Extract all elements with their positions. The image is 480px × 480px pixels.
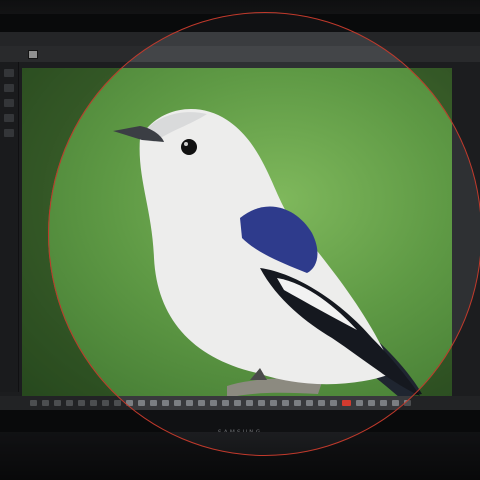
toolbar-icon[interactable]: [306, 400, 313, 406]
toolbar-icon[interactable]: [42, 400, 49, 406]
toolbar-icon[interactable]: [162, 400, 169, 406]
selection-tool-icon[interactable]: [4, 84, 14, 92]
toolbar-icon[interactable]: [102, 400, 109, 406]
toolbar-icon[interactable]: [54, 400, 61, 406]
toolbar-icon[interactable]: [198, 400, 205, 406]
zoom-tool-icon[interactable]: [4, 129, 14, 137]
bird-photo: [113, 108, 422, 398]
toolbar-icon[interactable]: [318, 400, 325, 406]
bird-eye-highlight: [184, 142, 188, 146]
color-swatch[interactable]: [28, 49, 38, 59]
toolbar-icon[interactable]: [114, 400, 121, 406]
toolbar-icon[interactable]: [356, 400, 363, 406]
toolbar-icon[interactable]: [78, 400, 85, 406]
desk-surface: [0, 432, 480, 480]
toolbar-icon[interactable]: [368, 400, 375, 406]
toolbar-icon[interactable]: [234, 400, 241, 406]
toolbar-icon[interactable]: [186, 400, 193, 406]
toolbar-icon[interactable]: [90, 400, 97, 406]
bottom-toolbar: [0, 396, 480, 410]
menu-bar: [0, 32, 480, 46]
monitor: SAMSUNG: [0, 14, 480, 436]
toolbar-icon[interactable]: [126, 400, 133, 406]
tool-panel: [0, 62, 19, 392]
toolbar-icon[interactable]: [330, 400, 337, 406]
bird-eye: [181, 139, 197, 155]
toolbar-icon[interactable]: [294, 400, 301, 406]
photo-editor-window: [0, 32, 480, 410]
toolbar-icon[interactable]: [138, 400, 145, 406]
eraser-tool-icon[interactable]: [4, 114, 14, 122]
toolbar-icon[interactable]: [30, 400, 37, 406]
toolbar-icon-highlighted[interactable]: [342, 400, 351, 406]
toolbar-icon[interactable]: [246, 400, 253, 406]
brush-tool-icon[interactable]: [4, 99, 14, 107]
options-bar: [0, 46, 480, 62]
toolbar-icon[interactable]: [174, 400, 181, 406]
toolbar-icon[interactable]: [150, 400, 157, 406]
toolbar-icon[interactable]: [404, 400, 411, 406]
toolbar-icon[interactable]: [66, 400, 73, 406]
toolbar-icon[interactable]: [210, 400, 217, 406]
toolbar-icon[interactable]: [270, 400, 277, 406]
toolbar-icon[interactable]: [380, 400, 387, 406]
toolbar-icon[interactable]: [282, 400, 289, 406]
toolbar-icon[interactable]: [392, 400, 399, 406]
move-tool-icon[interactable]: [4, 69, 14, 77]
toolbar-icon[interactable]: [222, 400, 229, 406]
toolbar-icon[interactable]: [258, 400, 265, 406]
